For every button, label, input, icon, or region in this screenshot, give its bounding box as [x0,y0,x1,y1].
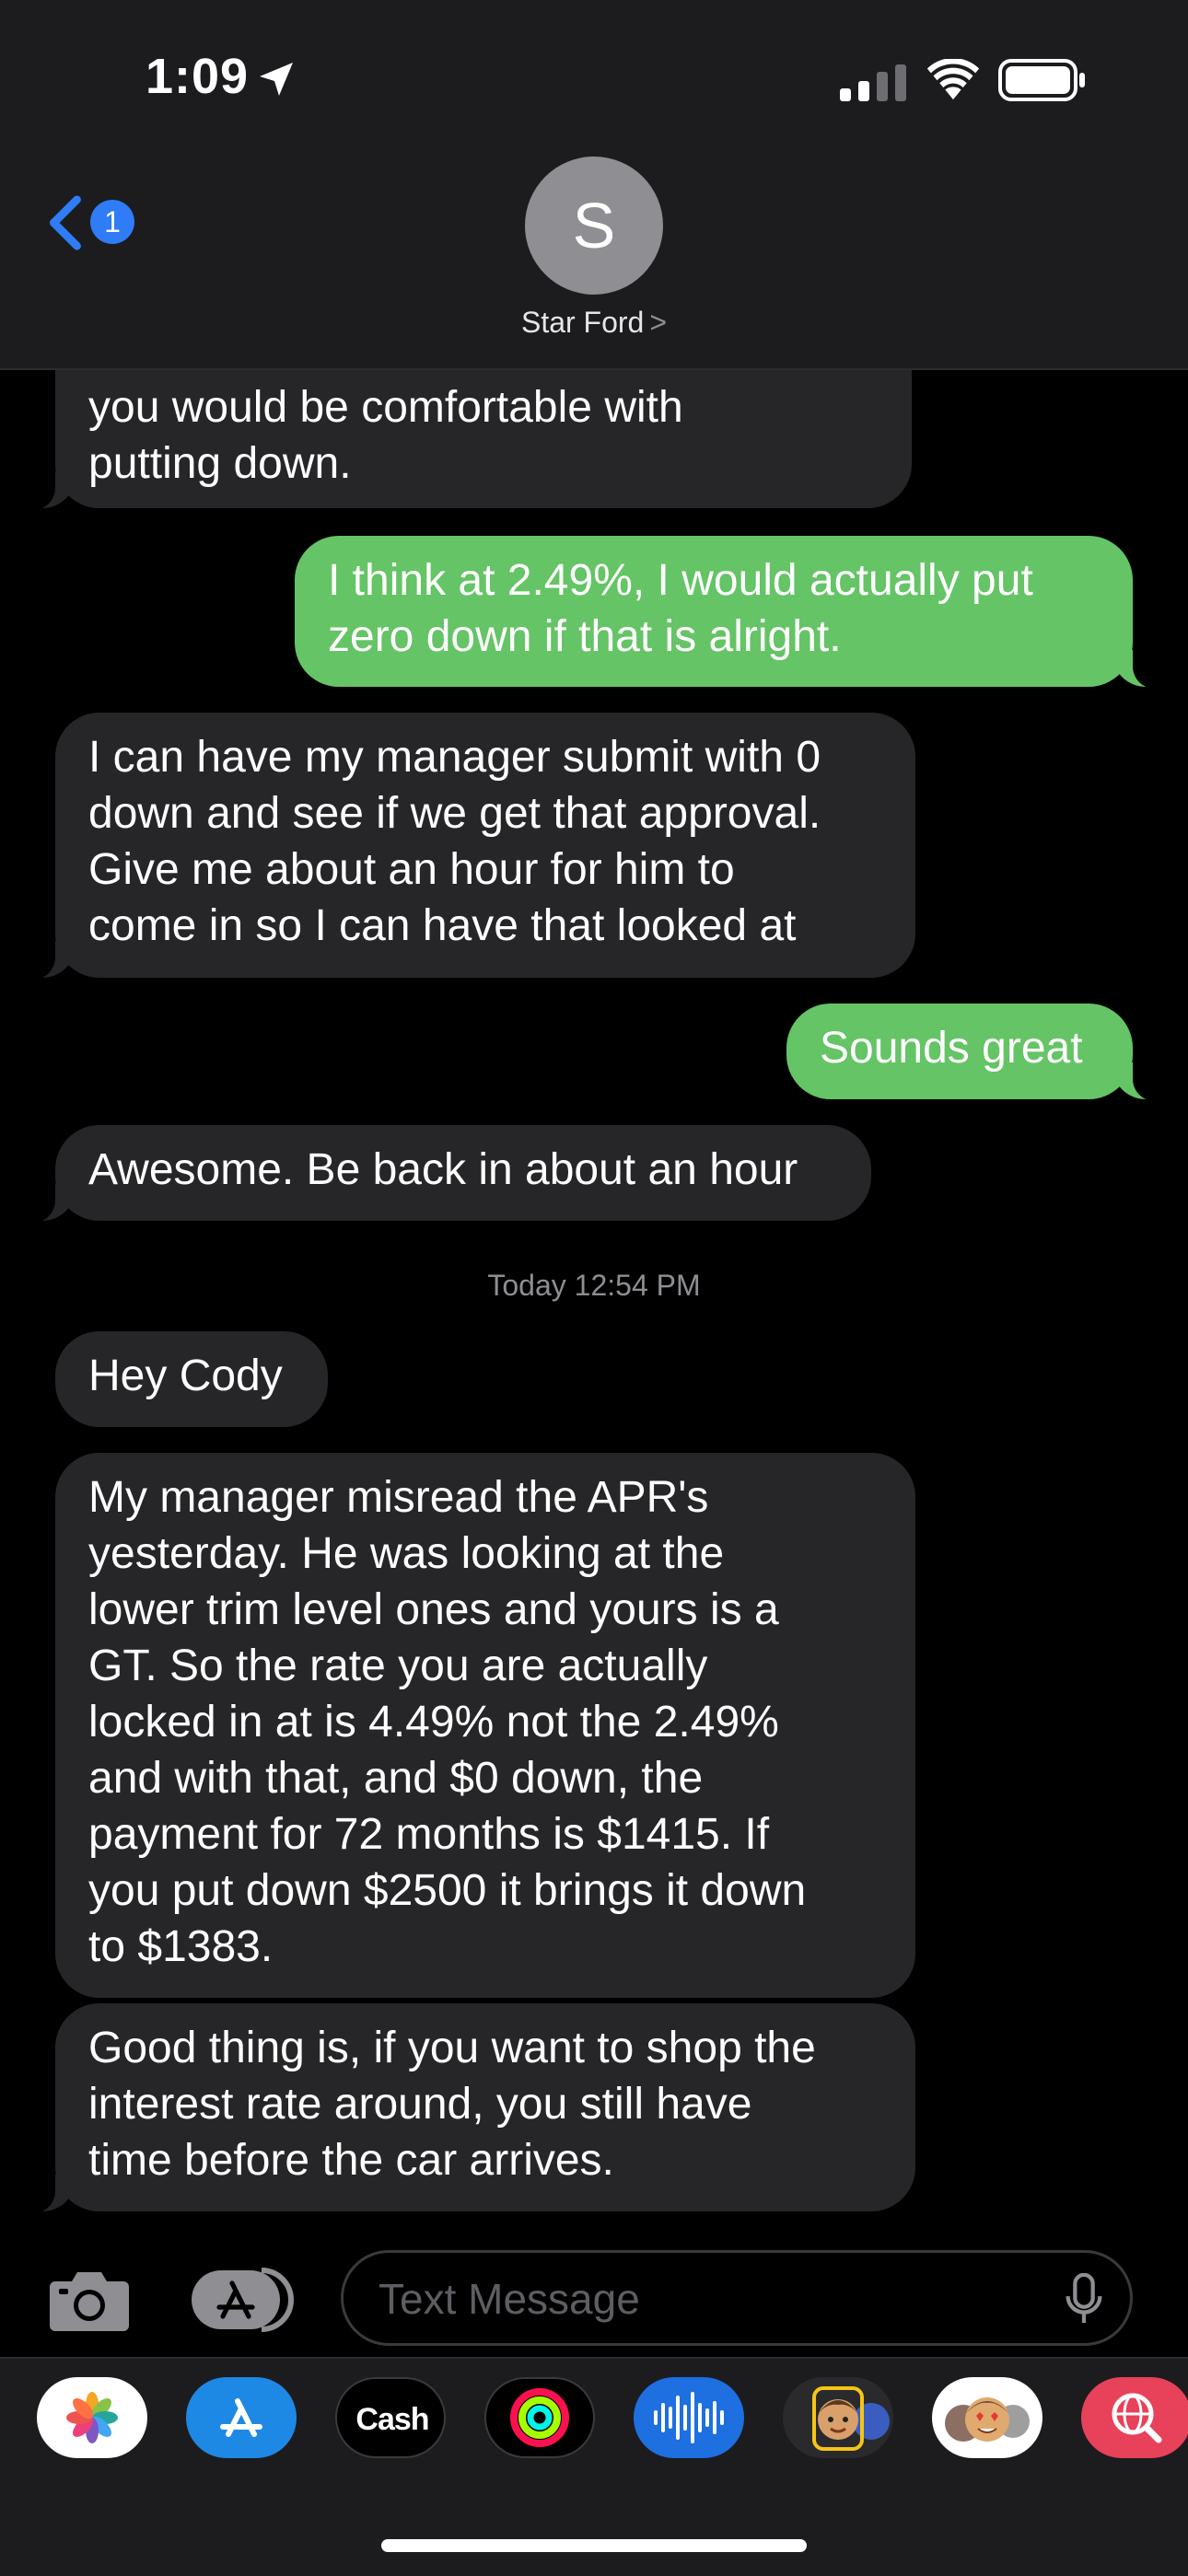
message-line: come in so I can have that looked at [88,901,797,950]
message-line: putting down. [88,439,352,488]
audio-waveform-icon [654,2392,724,2443]
message-line: Good thing is, if you want to shop the [88,2024,816,2072]
memoji-stickers-icon [945,2397,1030,2442]
message-line: locked in at is 4.49% not the 2.49% [88,1698,779,1746]
message-line: to $1383. [88,1922,274,1971]
microphone-icon[interactable] [1066,2273,1102,2327]
message-line: Hey Cody [88,1352,283,1400]
message-bubble-outgoing[interactable]: Sounds great [786,1004,1170,1101]
message-line: Sounds great [820,1024,1083,1073]
message-bubble-incoming[interactable]: I can have my manager submit with 0 down… [18,713,915,980]
timestamp-time: 12:54 PM [574,1269,701,1302]
battery-icon [998,59,1085,101]
app-store-app-icon[interactable] [186,2377,297,2458]
memoji-app-icon[interactable] [783,2377,893,2458]
back-button[interactable]: 1 [44,189,146,253]
camera-icon[interactable] [48,2267,131,2333]
message-line: zero down if that is alright. [328,612,842,661]
message-line: and with that, and $0 down, the [88,1754,704,1803]
unread-count-badge: 1 [90,200,134,244]
message-timestamp: Today 12:54 PM [0,1269,1188,1303]
chevron-right-icon: > [649,306,668,339]
activity-icon [510,2388,569,2447]
message-bubble-outgoing[interactable]: I think at 2.49%, I would actually put z… [295,536,1170,689]
message-line: GT. So the rate you are actually [88,1642,708,1690]
message-line: you put down $2500 it brings it down [88,1866,807,1915]
contact-name[interactable]: Star Ford > [0,306,1188,340]
message-bubble-incoming[interactable]: Awesome. Be back in about an hour [18,1125,871,1223]
message-bubble-incoming[interactable]: Good thing is, if you want to shop the i… [18,2003,915,2213]
message-line: lower trim level ones and yours is a [88,1585,779,1634]
message-line: Give me about an hour for him to [88,845,735,894]
image-search-app-icon[interactable] [1081,2377,1188,2458]
message-line: Awesome. Be back in about an hour [88,1145,798,1194]
message-line: down and see if we get that approval. [88,789,821,838]
message-line: I think at 2.49%, I would actually put [328,556,1033,605]
message-input-field[interactable] [341,2250,1133,2346]
photos-icon [66,2392,118,2443]
message-input[interactable] [377,2269,1025,2328]
message-bubble-incoming[interactable]: My manager misread the APR's yesterday. … [55,1453,915,1998]
conversation-header: 1:09 1 S Star Ford > [0,0,1188,370]
message-line: I can have my manager submit with 0 [88,733,821,782]
memoji-icon [812,2386,890,2451]
app-store-icon [220,2398,262,2437]
message-line: you would be comfortable with [88,383,683,432]
message-line: time before the car arrives. [88,2136,614,2185]
message-bubble-incoming[interactable]: Hey Cody [55,1331,328,1427]
memoji-stickers-app-icon[interactable] [932,2377,1042,2458]
message-line: yesterday. He was looking at the [88,1529,725,1578]
message-line: payment for 72 months is $1415. If [88,1810,770,1859]
apple-cash-text: Cash [355,2402,429,2437]
timestamp-day: Today [487,1269,566,1302]
apple-cash-app-icon[interactable]: Cash [335,2377,446,2458]
photos-app-icon[interactable] [37,2377,147,2458]
home-indicator[interactable] [381,2539,807,2552]
contact-name-label: Star Ford [520,306,645,339]
globe-search-icon [1112,2393,1162,2443]
cellular-signal-icon [840,64,906,101]
contact-avatar[interactable]: S [525,157,663,295]
activity-app-icon[interactable] [484,2377,595,2458]
chevron-left-icon [50,195,81,250]
message-line: My manager misread the APR's [88,1473,709,1522]
apple-cash-label: Cash [337,2379,444,2456]
location-arrow-icon [260,63,293,96]
wifi-icon [926,59,980,100]
audio-message-app-icon[interactable] [634,2377,744,2458]
message-line: interest rate around, you still have [88,2080,752,2129]
app-store-apps-icon[interactable] [192,2267,295,2333]
status-time: 1:09 [146,49,250,104]
